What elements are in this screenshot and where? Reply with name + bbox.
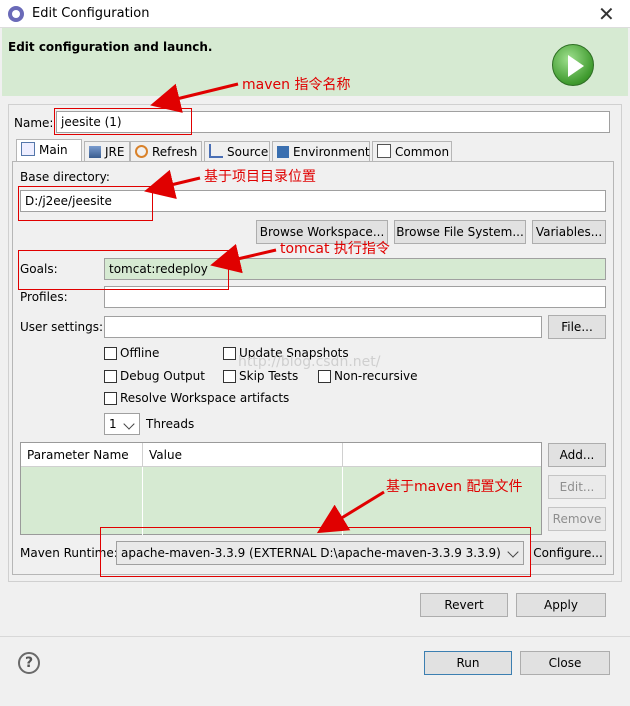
arrow-runtime	[316, 490, 385, 534]
arrow-goals	[210, 243, 277, 274]
annotation-name: maven 指令名称	[242, 77, 351, 93]
annotation-runtime: 基于maven 配置文件	[386, 479, 523, 495]
arrow-name	[150, 82, 239, 113]
annotation-base-dir: 基于项目目录位置	[204, 169, 316, 185]
annotation-arrows	[144, 82, 385, 534]
annotation-goals: tomcat 执行指令	[280, 241, 390, 257]
arrow-base-dir	[144, 169, 201, 199]
